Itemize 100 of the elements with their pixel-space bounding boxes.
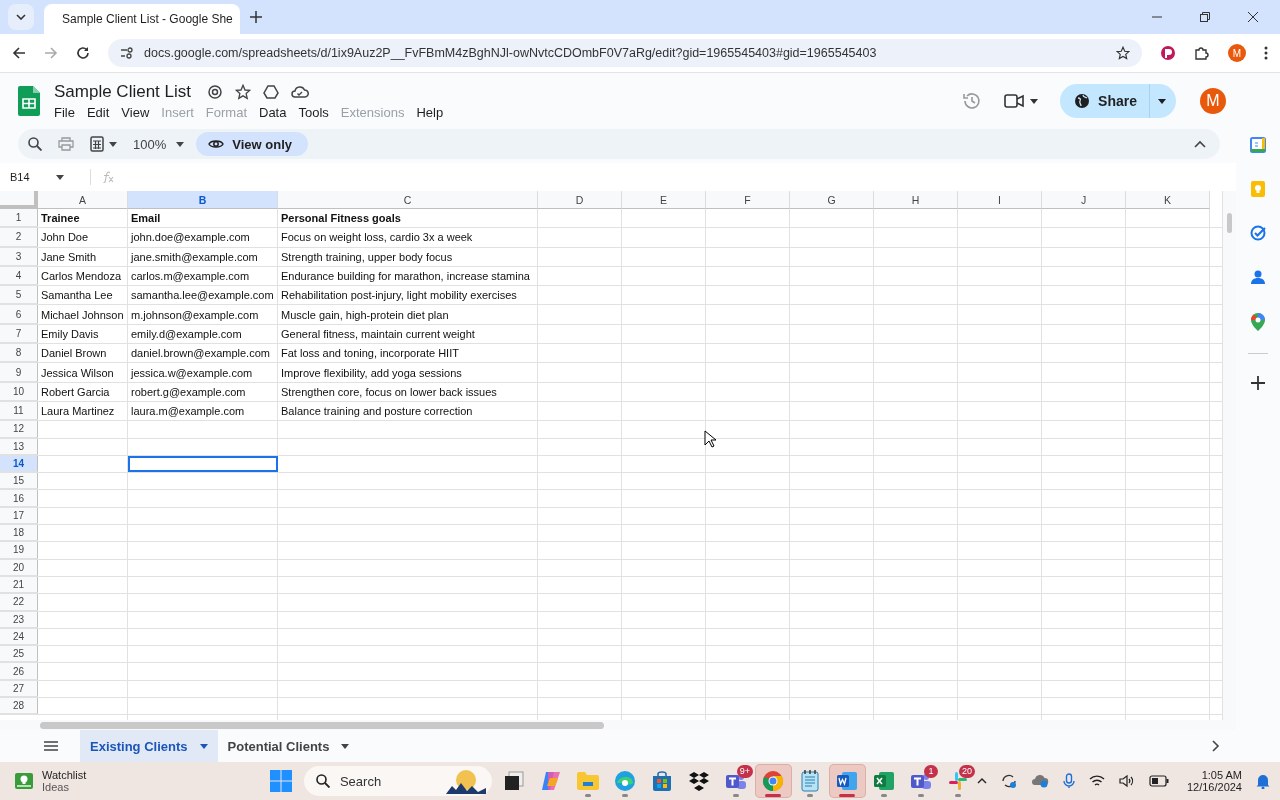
restore-icon[interactable] (1200, 12, 1210, 22)
browser-tab[interactable]: Sample Client List - Google She (44, 4, 240, 34)
taskbar-app[interactable]: 9+ (717, 764, 755, 798)
cloud-icon[interactable] (291, 84, 309, 99)
row-header[interactable]: 2 (0, 228, 38, 247)
menu-item[interactable]: Help (411, 103, 449, 121)
column-header[interactable]: A (38, 191, 128, 209)
back-icon[interactable] (12, 46, 26, 60)
menu-item[interactable]: View (116, 103, 155, 121)
row-header[interactable]: 25 (0, 646, 38, 663)
store-icon (652, 771, 673, 791)
row-header[interactable]: 1 (0, 209, 38, 228)
table-cell: samantha.lee@example.com (128, 286, 278, 305)
widget-title: Watchlist (42, 769, 87, 781)
sync-icon[interactable] (1000, 773, 1017, 789)
column-header[interactable]: C (278, 191, 538, 209)
calendar-icon[interactable] (1250, 137, 1266, 153)
column-header[interactable]: I (958, 191, 1042, 209)
notification-badge: 1 (923, 765, 938, 778)
taskbar-app[interactable]: 1 (902, 764, 940, 798)
column-header[interactable]: E (622, 191, 706, 209)
reload-icon[interactable] (76, 46, 90, 60)
column-header[interactable]: H (874, 191, 958, 209)
star-icon[interactable] (235, 83, 251, 100)
row-header[interactable]: 16 (0, 490, 38, 507)
column-header[interactable]: F (706, 191, 790, 209)
table-cell: Improve flexibility, add yoga sessions (278, 363, 538, 382)
table-cell: Carlos Mendoza (38, 266, 128, 286)
sheet-tab[interactable]: Existing Clients (80, 730, 218, 762)
active-cell[interactable] (128, 455, 278, 473)
clock[interactable]: 1:05 AM 12/16/2024 (1186, 769, 1242, 793)
meet-button[interactable] (1004, 94, 1039, 108)
row-header[interactable]: 5 (0, 286, 38, 305)
chevron-right-icon[interactable] (1212, 740, 1220, 752)
microphone-icon[interactable] (1062, 773, 1075, 789)
table-cell: Endurance building for marathon, increase stamina (278, 266, 538, 286)
column-header[interactable]: G (790, 191, 874, 209)
row-header[interactable]: 22 (0, 594, 38, 611)
search-input[interactable]: Search (337, 772, 438, 790)
tab-title: Sample Client List - Google She (62, 12, 233, 26)
close-icon[interactable] (1248, 12, 1258, 22)
history-icon[interactable] (962, 91, 983, 111)
menu-item[interactable]: File (49, 103, 80, 121)
menu-item[interactable]: Edit (81, 103, 115, 121)
address-bar[interactable]: docs.google.com/spreadsheets/d/1ix9Auz2P__FvFBmM4zBghNJl-owNvtcCDOmbF0V7aRg/edit?gid=1965545403#gid=1965545403 (108, 39, 1142, 67)
table-cell: m.johnson@example.com (128, 305, 278, 324)
column-header[interactable]: B (128, 191, 278, 209)
star-icon[interactable] (1116, 46, 1130, 60)
table-cell: John Doe (38, 228, 128, 247)
search-icon[interactable] (28, 137, 42, 151)
zoom-dropdown[interactable]: 100% (133, 136, 185, 152)
taskbar-app[interactable]: 20 (939, 764, 977, 798)
tasks-icon[interactable] (1250, 225, 1266, 241)
menu-icon[interactable] (44, 741, 58, 751)
puzzle-icon[interactable] (1194, 45, 1210, 61)
taskbar-search-bar[interactable]: Search (303, 766, 492, 796)
map-pin-icon[interactable] (1251, 313, 1265, 331)
row-header[interactable]: 8 (0, 344, 38, 363)
row-header[interactable]: 6 (0, 305, 38, 324)
speaker-icon[interactable] (1118, 774, 1135, 788)
more-icon[interactable] (1264, 46, 1268, 60)
menu-item[interactable]: Tools (293, 103, 334, 121)
column-header[interactable]: D (538, 191, 622, 209)
url-text: docs.google.com/spreadsheets/d/1ix9Auz2P__FvFBmM4zBghNJl-owNvtcCDOmbF0V7aRg/edit?gid=1965545403#gid=1965545403 (144, 46, 877, 60)
row-header[interactable]: 26 (0, 663, 38, 680)
weather-widget[interactable]: Watchlist Ideas (14, 769, 248, 793)
row-header[interactable]: 15 (0, 473, 38, 490)
column-header[interactable]: J (1042, 191, 1126, 209)
row-header[interactable]: 9 (0, 363, 38, 382)
chevron-up-icon[interactable] (976, 778, 987, 784)
table-cell: jessica.w@example.com (128, 363, 278, 382)
functions-dropdown[interactable] (90, 136, 117, 152)
table-cell: Focus on weight loss, cardio 3x a week (278, 228, 538, 247)
wifi-icon[interactable] (1088, 774, 1105, 788)
watchlist-icon (14, 772, 34, 790)
row-header[interactable]: 28 (0, 698, 38, 715)
bell-icon[interactable] (1256, 773, 1270, 789)
windows-logo-icon (270, 770, 293, 792)
account-avatar[interactable]: M (1200, 88, 1226, 114)
tab-search-button[interactable] (8, 4, 34, 30)
battery-icon[interactable] (1148, 775, 1169, 787)
document-title[interactable]: Sample Client List (54, 81, 191, 102)
row-header[interactable]: 19 (0, 542, 38, 559)
name-box[interactable]: B14 (10, 171, 80, 183)
extension-logo-icon[interactable] (1160, 45, 1176, 61)
row-header[interactable]: 18 (0, 525, 38, 542)
label-icon[interactable] (207, 83, 223, 100)
menu-item[interactable]: Data (254, 103, 292, 121)
new-tab-icon[interactable] (250, 11, 262, 23)
contacts-icon[interactable] (1251, 269, 1265, 285)
collapse-icon[interactable] (1194, 140, 1206, 148)
column-header[interactable]: K (1126, 191, 1210, 209)
view-only-button[interactable]: View only (196, 132, 308, 156)
add-icon[interactable] (1251, 376, 1265, 390)
row-header[interactable]: 12 (0, 421, 38, 438)
sheet-tab[interactable]: Potential Clients (217, 730, 360, 762)
column-title-cell: Personal Fitness goals (278, 209, 538, 228)
site-settings-icon[interactable] (120, 47, 134, 59)
profile-avatar[interactable]: M (1228, 44, 1246, 62)
sheets-logo-icon[interactable] (18, 86, 40, 116)
